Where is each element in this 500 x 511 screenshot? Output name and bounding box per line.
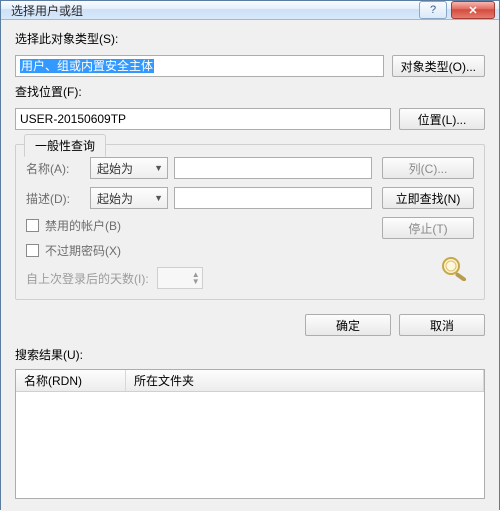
help-button[interactable]: ? <box>419 1 447 19</box>
dialog-content: 选择此对象类型(S): 用户、组或内置安全主体 对象类型(O)... 查找位置(… <box>1 20 499 511</box>
chevron-down-icon: ▼ <box>154 163 163 173</box>
dialog-select-users-groups: 选择用户或组 ? ✕ 选择此对象类型(S): 用户、组或内置安全主体 对象类型(… <box>0 0 500 510</box>
window-title: 选择用户或组 <box>11 2 419 19</box>
days-since-logon-spinner[interactable]: ▲▼ <box>157 267 203 289</box>
no-expire-checkbox[interactable] <box>26 244 39 257</box>
window-buttons: ? ✕ <box>419 1 495 19</box>
close-icon: ✕ <box>468 4 477 17</box>
results-header: 名称(RDN) 所在文件夹 <box>16 370 484 392</box>
object-type-label: 选择此对象类型(S): <box>15 30 485 47</box>
search-icon <box>436 253 474 283</box>
columns-button[interactable]: 列(C)... <box>382 157 474 179</box>
column-folder[interactable]: 所在文件夹 <box>126 370 484 391</box>
help-icon: ? <box>430 4 436 16</box>
days-since-logon-label: 自上次登录后的天数(I): <box>26 270 149 287</box>
spinner-arrows-icon: ▲▼ <box>192 271 200 285</box>
close-button[interactable]: ✕ <box>451 1 495 19</box>
object-type-field[interactable]: 用户、组或内置安全主体 <box>15 55 384 77</box>
location-field[interactable]: USER-20150609TP <box>15 108 391 130</box>
location-label: 查找位置(F): <box>15 83 485 100</box>
ok-button[interactable]: 确定 <box>305 314 391 336</box>
find-now-button[interactable]: 立即查找(N) <box>382 187 474 209</box>
common-queries-group: 一般性查询 名称(A): 起始为 ▼ 描述(D): 起始为 <box>15 144 485 300</box>
common-queries-tab[interactable]: 一般性查询 <box>24 134 106 157</box>
desc-match-combo[interactable]: 起始为 ▼ <box>90 187 168 209</box>
search-results-label: 搜索结果(U): <box>15 346 485 363</box>
disabled-accounts-checkbox[interactable] <box>26 219 39 232</box>
no-expire-label: 不过期密码(X) <box>45 242 121 259</box>
location-value: USER-20150609TP <box>20 112 126 126</box>
desc-match-value: 起始为 <box>97 190 133 207</box>
disabled-accounts-label: 禁用的帐户(B) <box>45 217 121 234</box>
chevron-down-icon: ▼ <box>154 193 163 203</box>
name-input[interactable] <box>174 157 372 179</box>
object-types-button[interactable]: 对象类型(O)... <box>392 55 485 77</box>
locations-button[interactable]: 位置(L)... <box>399 108 485 130</box>
column-name[interactable]: 名称(RDN) <box>16 370 126 391</box>
object-type-value: 用户、组或内置安全主体 <box>20 59 154 73</box>
name-match-combo[interactable]: 起始为 ▼ <box>90 157 168 179</box>
search-results-list[interactable]: 名称(RDN) 所在文件夹 <box>15 369 485 499</box>
name-match-value: 起始为 <box>97 160 133 177</box>
desc-input[interactable] <box>174 187 372 209</box>
desc-label: 描述(D): <box>26 190 84 207</box>
stop-button[interactable]: 停止(T) <box>382 217 474 239</box>
name-label: 名称(A): <box>26 160 84 177</box>
titlebar: 选择用户或组 ? ✕ <box>1 1 499 20</box>
cancel-button[interactable]: 取消 <box>399 314 485 336</box>
